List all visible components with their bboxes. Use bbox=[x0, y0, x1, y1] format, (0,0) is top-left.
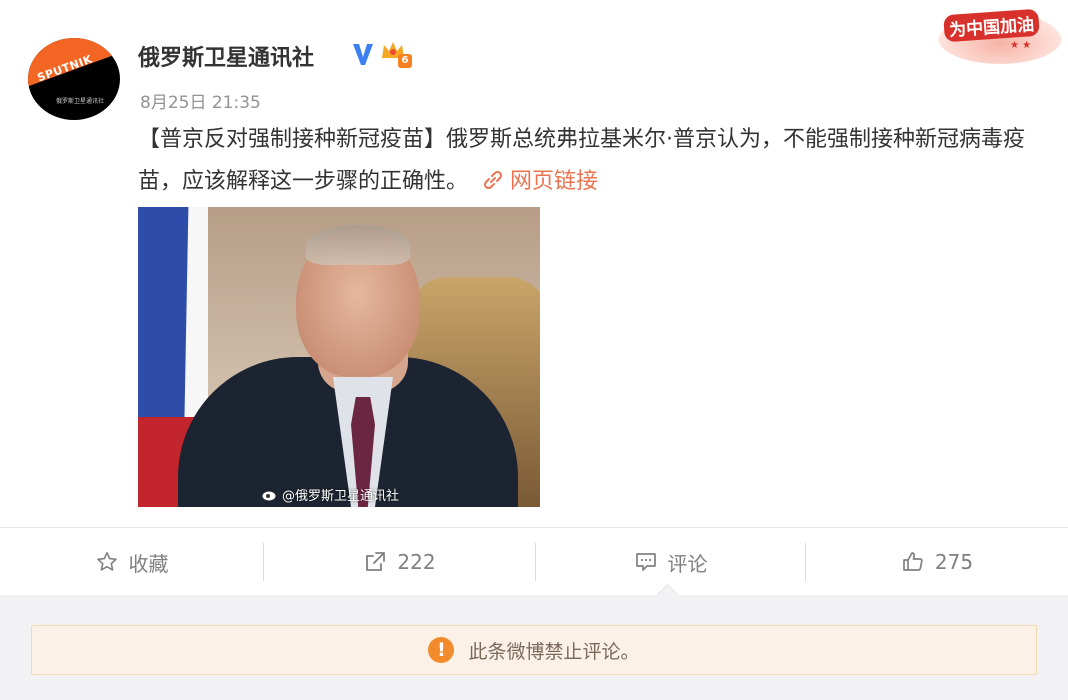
member-crown-icon[interactable]: 6 bbox=[380, 40, 412, 68]
like-count: 275 bbox=[934, 550, 974, 574]
comment-icon bbox=[635, 553, 656, 571]
author-name[interactable]: 俄罗斯卫星通讯社 bbox=[138, 40, 314, 72]
star-icon bbox=[96, 552, 117, 571]
watermark-text: @俄罗斯卫星通讯社 bbox=[282, 489, 400, 504]
comment-button[interactable]: 评论 bbox=[536, 528, 805, 596]
weibo-logo-icon bbox=[262, 491, 276, 501]
web-link[interactable]: 网页链接 bbox=[482, 169, 598, 194]
repost-button[interactable]: 222 bbox=[264, 528, 535, 596]
thumbs-up-icon bbox=[903, 552, 923, 571]
avatar-caption: 俄罗斯卫星通讯社 bbox=[56, 98, 105, 105]
link-chain-icon bbox=[483, 170, 503, 190]
favorite-label: 收藏 bbox=[128, 551, 169, 576]
avatar[interactable]: SPUTNIK 俄罗斯卫星通讯社 bbox=[28, 38, 120, 120]
weibo-post: 为中国加油 ★ ★ SPUTNIK 俄罗斯卫星通讯社 俄罗斯卫星通讯社 6 8月… bbox=[0, 0, 1068, 527]
favorite-button[interactable]: 收藏 bbox=[0, 528, 263, 596]
post-image[interactable]: @俄罗斯卫星通讯社 bbox=[138, 207, 540, 507]
post-content: 【普京反对强制接种新冠疫苗】俄罗斯总统弗拉基米尔·普京认为，不能强制接种新冠病毒… bbox=[138, 119, 1038, 203]
like-button[interactable]: 275 bbox=[806, 528, 1068, 596]
comment-label: 评论 bbox=[667, 551, 708, 576]
sticker-stars-icon: ★ ★ bbox=[1010, 40, 1032, 51]
repost-count: 222 bbox=[397, 550, 436, 574]
warning-icon: ! bbox=[428, 637, 455, 663]
comments-disabled-text: 此条微博禁止评论。 bbox=[468, 640, 640, 663]
post-timestamp[interactable]: 8月25日 21:35 bbox=[140, 88, 261, 113]
share-icon bbox=[366, 552, 386, 571]
web-link-label: 网页链接 bbox=[510, 169, 599, 194]
cheer-sticker[interactable]: 为中国加油 ★ ★ bbox=[930, 6, 1068, 66]
member-level-badge: 6 bbox=[398, 54, 412, 68]
action-bar: 收藏 222 评论 275 bbox=[0, 527, 1068, 597]
comments-disabled-notice: ! 此条微博禁止评论。 bbox=[31, 625, 1037, 675]
verified-icon[interactable] bbox=[351, 41, 375, 67]
image-watermark: @俄罗斯卫星通讯社 bbox=[262, 485, 399, 504]
hair bbox=[306, 225, 410, 265]
